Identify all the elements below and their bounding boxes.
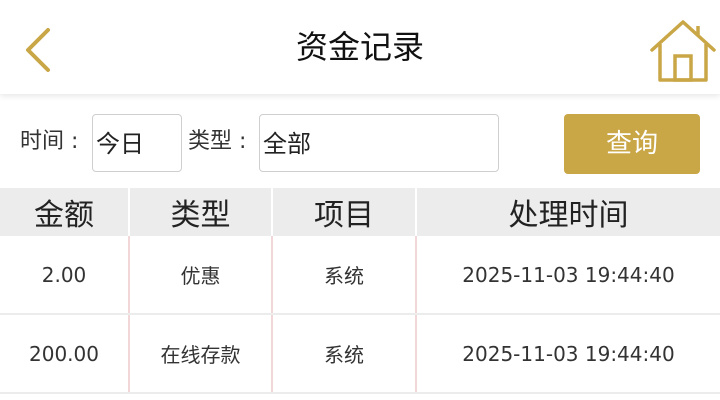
cell-item: 系统 — [272, 236, 417, 315]
table-row: 200.00 在线存款 系统 2025-11-03 19:44:40 — [0, 314, 720, 394]
cell-time: 2025-11-03 19:44:40 — [416, 236, 720, 315]
query-button[interactable]: 查询 — [564, 114, 700, 174]
column-header-item: 项目 — [272, 188, 417, 236]
top-nav-bar: 资金记录 — [0, 0, 720, 94]
type-label: 类型 : — [188, 129, 247, 154]
home-button[interactable] — [648, 18, 718, 84]
column-header-time: 处理时间 — [416, 188, 720, 236]
time-label: 时间 : — [20, 129, 79, 154]
cell-item: 系统 — [272, 314, 417, 394]
cell-type: 优惠 — [129, 236, 273, 315]
cell-amount: 200.00 — [0, 314, 130, 394]
page-title: 资金记录 — [295, 28, 424, 66]
table-header-row: 金额 类型 项目 处理时间 — [0, 188, 720, 236]
time-select[interactable]: 今日 — [92, 114, 182, 172]
column-header-amount: 金额 — [0, 188, 130, 236]
chevron-left-icon — [26, 28, 50, 72]
table-row: 2.00 优惠 系统 2025-11-03 19:44:40 — [0, 236, 720, 315]
type-select[interactable]: 全部 — [259, 114, 499, 172]
records-table: 金额 类型 项目 处理时间 2.00 优惠 系统 2025-11-03 19:4… — [0, 188, 720, 394]
column-header-type: 类型 — [129, 188, 273, 236]
filter-bar: 时间 : 今日 类型 : 全部 查询 — [0, 94, 720, 188]
home-icon — [650, 20, 716, 82]
cell-time: 2025-11-03 19:44:40 — [416, 314, 720, 394]
cell-type: 在线存款 — [129, 314, 273, 394]
cell-amount: 2.00 — [0, 236, 130, 315]
back-button[interactable] — [18, 22, 62, 78]
